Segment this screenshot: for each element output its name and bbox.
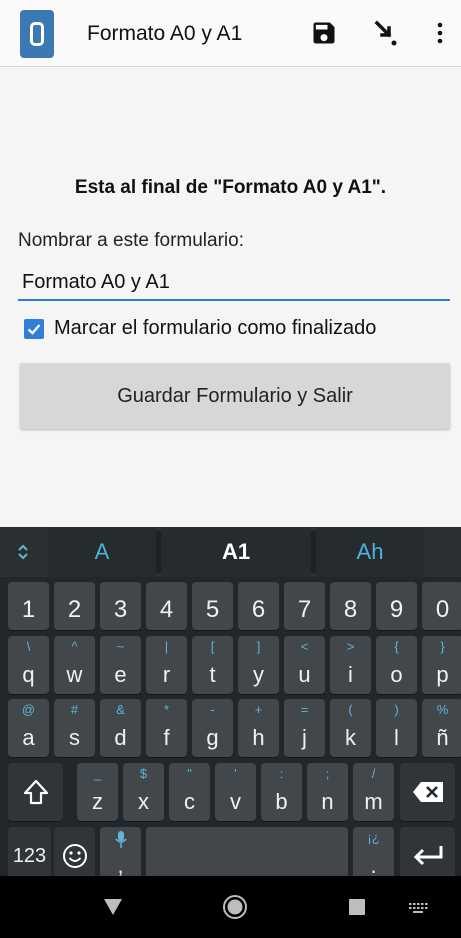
page-title: Formato A0 y A1 [87,22,243,45]
key-c[interactable]: " c [169,763,210,821]
finalize-checkbox-row[interactable]: Marcar el formulario como finalizado [24,317,376,340]
key-d[interactable]: & d [100,699,141,757]
finalize-checkbox[interactable] [24,318,44,339]
form-end-screen: Esta al final de "Formato A0 y A1". Nomb… [0,67,461,527]
emoji-icon [63,844,87,868]
key-v[interactable]: ' v [215,763,256,821]
app-icon [20,10,54,58]
app-bar: Formato A0 y A1 [0,0,461,67]
key-r[interactable]: | r [146,636,187,694]
key-3[interactable]: 3 [100,582,141,630]
suggestion-3[interactable]: Ah [316,527,424,577]
recents-icon[interactable] [348,898,366,916]
suggestion-1[interactable]: A [48,527,156,577]
key-4[interactable]: 4 [146,582,187,630]
backspace-icon [413,782,443,802]
back-icon[interactable] [103,898,123,916]
key-p[interactable]: } p [422,636,461,694]
key-z[interactable]: _ z [77,763,118,821]
key-g[interactable]: -g [192,699,233,757]
enter-icon [413,846,443,866]
finalize-checkbox-label: Marcar el formulario como finalizado [54,317,377,339]
key-5[interactable]: 5 [192,582,233,630]
key-8[interactable]: 8 [330,582,371,630]
backspace-key[interactable] [400,763,455,821]
key-f[interactable]: * f [146,699,187,757]
suggestion-bar: A A1 Ah [0,527,461,577]
key-x[interactable]: $ x [123,763,164,821]
shift-key[interactable] [8,763,63,821]
key-l[interactable]: ) l [376,699,417,757]
name-label: Nombrar a este formulario: [18,230,244,251]
more-vertical-icon[interactable] [425,18,455,48]
save-icon[interactable] [309,18,339,48]
key-7[interactable]: 7 [284,582,325,630]
form-name-input[interactable] [18,265,450,301]
key-e[interactable]: ~ e [100,636,141,694]
microphone-icon [115,831,127,848]
end-message: Esta al final de "Formato A0 y A1". [74,177,387,198]
key-y[interactable]: ] y [238,636,279,694]
key-h[interactable]: + h [238,699,279,757]
key-ñ[interactable]: % ñ [422,699,461,757]
key-i[interactable]: > i [330,636,371,694]
check-icon [27,323,41,335]
key-t[interactable]: [t [192,636,233,694]
key-s[interactable]: # s [54,699,95,757]
shift-icon [23,779,49,805]
keyboard-switch-icon[interactable] [408,902,428,914]
key-o[interactable]: {o [376,636,417,694]
expand-suggestions-icon[interactable] [0,527,46,577]
suggestion-2[interactable]: A1 [161,527,311,577]
key-2[interactable]: 2 [54,582,95,630]
key-m[interactable]: / m [353,763,394,821]
key-j[interactable]: = j [284,699,325,757]
system-nav-bar [0,876,461,938]
home-icon[interactable] [222,894,248,920]
key-q[interactable]: \ q [8,636,49,694]
key-6[interactable]: 6 [238,582,279,630]
download-arrow-icon[interactable] [370,18,400,48]
save-and-exit-button[interactable]: Guardar Formulario y Salir [20,363,450,429]
key-k[interactable]: (k [330,699,371,757]
key-n[interactable]: ; n [307,763,348,821]
key-w[interactable]: ^ w [54,636,95,694]
key-0[interactable]: 0 [422,582,461,630]
key-b[interactable]: :b [261,763,302,821]
key-9[interactable]: 9 [376,582,417,630]
key-a[interactable]: @ a [8,699,49,757]
key-1[interactable]: 1 [8,582,49,630]
key-u[interactable]: < u [284,636,325,694]
